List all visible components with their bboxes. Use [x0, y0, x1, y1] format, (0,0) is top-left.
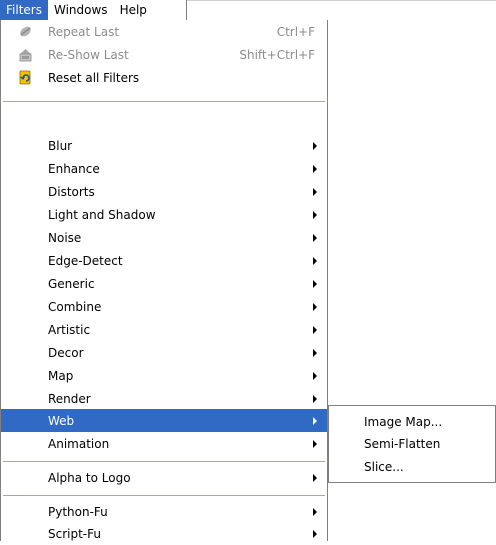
- repeat-icon: [20, 26, 31, 37]
- submenu-arrow-icon: [313, 530, 317, 538]
- menu-item-reset-all-filters[interactable]: Reset all Filters: [1, 66, 327, 89]
- menu-item-repeat-last[interactable]: Repeat Last Ctrl+F: [1, 20, 327, 43]
- submenu-arrow-icon: [313, 474, 317, 482]
- submenu-arrow-icon: [313, 211, 317, 219]
- menu-item-label: Animation: [48, 436, 110, 451]
- menu-item-render[interactable]: Render: [1, 387, 327, 410]
- menubar-help[interactable]: Help: [114, 0, 153, 20]
- menu-item-label: Blur: [48, 138, 73, 153]
- filters-menu: Repeat Last Ctrl+F Re-Show Last Shift+Ct…: [0, 20, 328, 541]
- menu-item-edge-detect[interactable]: Edge-Detect: [1, 249, 327, 272]
- menu-item-label: Repeat Last: [48, 24, 120, 39]
- menu-item-distorts[interactable]: Distorts: [1, 180, 327, 203]
- submenu-arrow-icon: [313, 508, 317, 516]
- menu-separator: [3, 101, 325, 103]
- submenu-arrow-icon: [313, 372, 317, 380]
- menu-item-script-fu[interactable]: Script-Fu: [1, 522, 327, 545]
- menu-item-enhance[interactable]: Enhance: [1, 157, 327, 180]
- menu-item-label: Artistic: [48, 322, 91, 337]
- submenu-arrow-icon: [313, 326, 317, 334]
- menu-item-reshow-last[interactable]: Re-Show Last Shift+Ctrl+F: [1, 43, 327, 66]
- submenu-arrow-icon: [313, 440, 317, 448]
- menu-item-label: Distorts: [48, 184, 95, 199]
- menu-item-combine[interactable]: Combine: [1, 295, 327, 318]
- menu-item-python-fu[interactable]: Python-Fu: [1, 500, 327, 523]
- menu-item-label: Noise: [48, 230, 82, 245]
- menu-item-web[interactable]: Web: [1, 409, 327, 432]
- submenu-arrow-icon: [313, 257, 317, 265]
- submenu-arrow-icon: [313, 142, 317, 150]
- menu-item-label: Light and Shadow: [48, 207, 156, 222]
- menu-item-label: Decor: [48, 345, 84, 360]
- submenu-arrow-icon: [313, 349, 317, 357]
- menu-item-noise[interactable]: Noise: [1, 226, 327, 249]
- menu-item-generic[interactable]: Generic: [1, 272, 327, 295]
- menu-item-artistic[interactable]: Artistic: [1, 318, 327, 341]
- submenu-item-label: Image Map...: [364, 415, 443, 429]
- submenu-arrow-icon: [313, 303, 317, 311]
- menu-item-label: Edge-Detect: [48, 253, 123, 268]
- menu-item-label: Script-Fu: [48, 526, 101, 541]
- reshow-icon: [19, 49, 32, 62]
- web-submenu: Image Map... Semi-Flatten Slice...: [328, 405, 496, 483]
- menu-separator: [3, 495, 325, 497]
- menubar-filters[interactable]: Filters: [0, 0, 48, 20]
- submenu-arrow-icon: [313, 188, 317, 196]
- submenu-item-label: Slice...: [364, 460, 404, 474]
- menu-item-label: Web: [48, 413, 75, 428]
- menu-item-animation[interactable]: Animation: [1, 432, 327, 455]
- submenu-arrow-icon: [313, 395, 317, 403]
- menu-item-shortcut: Shift+Ctrl+F: [239, 47, 315, 62]
- menu-item-label: Re-Show Last: [48, 47, 129, 62]
- menu-item-decor[interactable]: Decor: [1, 341, 327, 364]
- menu-item-label: Python-Fu: [48, 504, 108, 519]
- submenu-item-label: Semi-Flatten: [364, 437, 441, 451]
- reset-icon: [19, 70, 31, 85]
- menu-item-label: Alpha to Logo: [48, 470, 131, 485]
- submenu-arrow-icon: [313, 417, 317, 425]
- submenu-arrow-icon: [313, 165, 317, 173]
- menu-bar: Filters Windows Help: [0, 0, 187, 21]
- submenu-arrow-icon: [313, 280, 317, 288]
- submenu-arrow-icon: [313, 234, 317, 242]
- menu-item-light-and-shadow[interactable]: Light and Shadow: [1, 203, 327, 226]
- submenu-item-semi-flatten[interactable]: Semi-Flatten: [329, 433, 495, 455]
- menubar-windows[interactable]: Windows: [48, 0, 114, 20]
- menu-item-label: Map: [48, 368, 74, 383]
- submenu-item-image-map[interactable]: Image Map...: [329, 411, 495, 433]
- submenu-item-slice[interactable]: Slice...: [329, 456, 495, 478]
- menu-item-shortcut: Ctrl+F: [276, 24, 315, 39]
- menu-item-label: Reset all Filters: [48, 70, 140, 85]
- menu-item-label: Generic: [48, 276, 95, 291]
- menu-item-blur[interactable]: Blur: [1, 134, 327, 157]
- menu-item-label: Combine: [48, 299, 102, 314]
- menu-item-map[interactable]: Map: [1, 364, 327, 387]
- menu-item-label: Enhance: [48, 161, 100, 176]
- menu-separator: [3, 461, 325, 463]
- menu-item-label: Render: [48, 391, 91, 406]
- menu-item-alpha-to-logo[interactable]: Alpha to Logo: [1, 466, 327, 489]
